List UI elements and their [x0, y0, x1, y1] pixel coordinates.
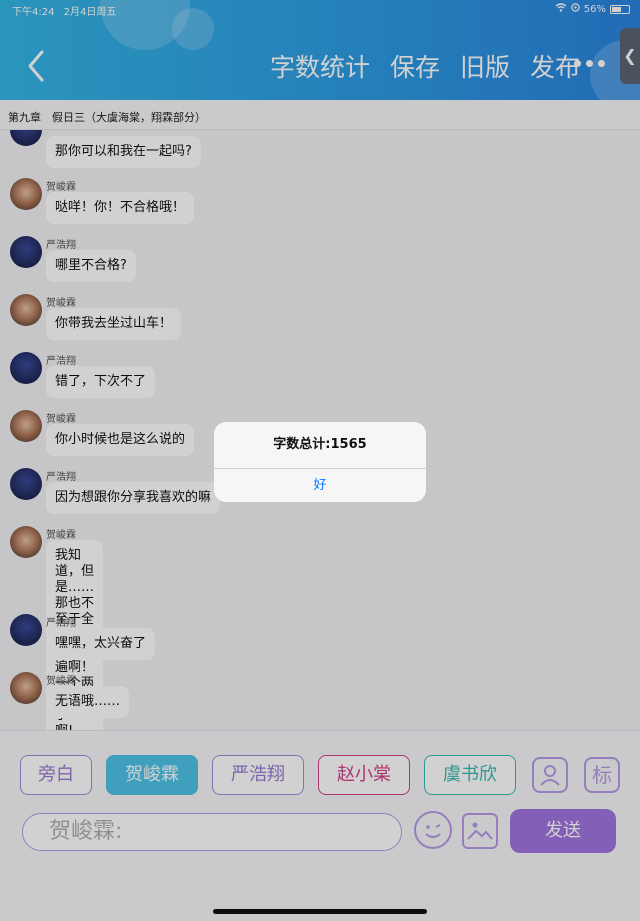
alert-ok-button[interactable]: 好 — [214, 468, 426, 502]
word-count-alert: 字数总计:1565 好 — [214, 422, 426, 502]
alert-title: 字数总计:1565 — [273, 437, 367, 452]
